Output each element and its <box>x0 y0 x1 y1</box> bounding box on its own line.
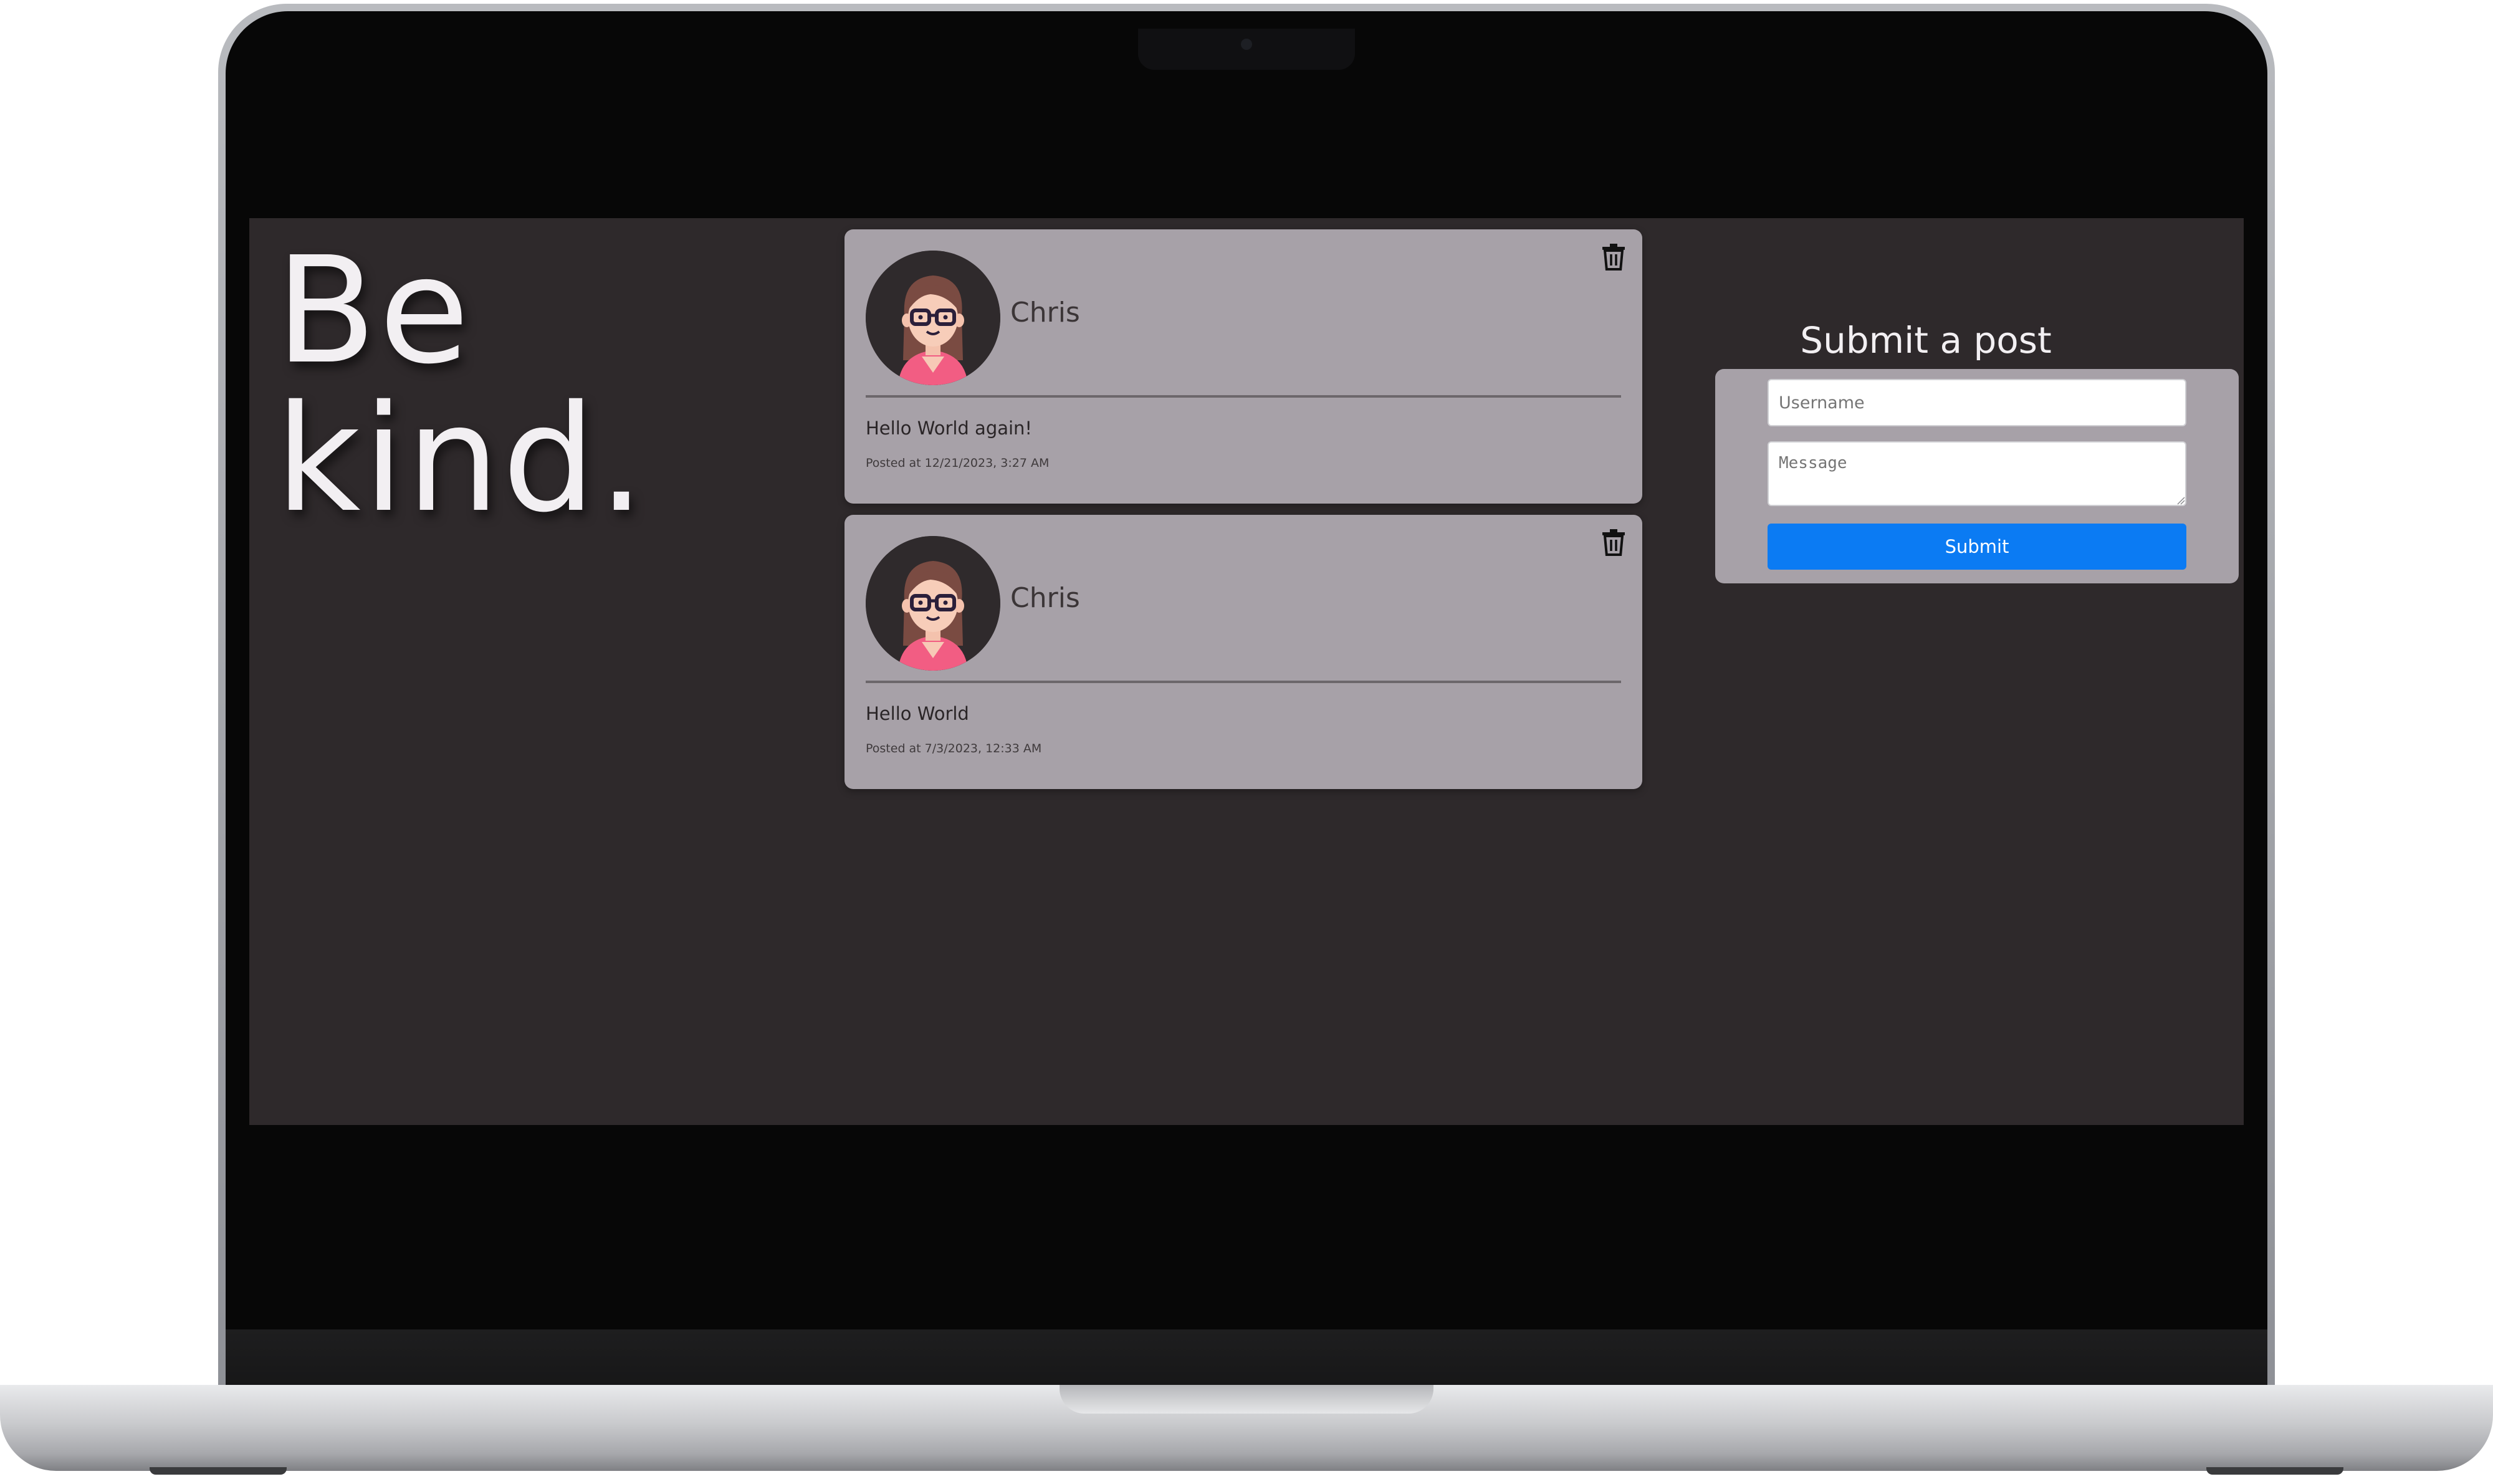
laptop-foot <box>150 1467 287 1475</box>
username-input[interactable] <box>1768 379 2186 426</box>
trash-icon[interactable] <box>1601 529 1626 556</box>
avatar <box>866 536 1000 671</box>
submit-button[interactable]: Submit <box>1768 524 2186 570</box>
resize-handle-icon[interactable] <box>2176 496 2185 505</box>
form-title: Submit a post <box>1800 319 2052 361</box>
hero-heading: Be kind. <box>275 225 648 545</box>
opening-notch <box>1060 1385 1433 1414</box>
camera-icon <box>1241 39 1252 50</box>
avatar-illustration-icon <box>866 536 1000 671</box>
web-page: Be kind. Chris Hello World again! Posted… <box>249 218 2244 1125</box>
post-divider <box>866 395 1621 398</box>
post-username: Chris <box>1010 582 1080 614</box>
lower-bezel <box>226 1329 2267 1386</box>
post-message: Hello World <box>866 703 969 724</box>
post-card: Chris Hello World Posted at 7/3/2023, 12… <box>845 515 1642 789</box>
post-timestamp: Posted at 12/21/2023, 3:27 AM <box>866 456 1050 470</box>
laptop-foot <box>2206 1467 2343 1475</box>
post-card: Chris Hello World again! Posted at 12/21… <box>845 229 1642 504</box>
post-message: Hello World again! <box>866 418 1033 439</box>
trash-icon[interactable] <box>1601 243 1626 270</box>
post-divider <box>866 681 1621 683</box>
post-timestamp: Posted at 7/3/2023, 12:33 AM <box>866 742 1042 755</box>
avatar <box>866 251 1000 385</box>
avatar-illustration-icon <box>866 251 1000 385</box>
post-form: Submit <box>1715 369 2239 583</box>
post-username: Chris <box>1010 297 1080 328</box>
message-textarea[interactable] <box>1768 441 2186 506</box>
